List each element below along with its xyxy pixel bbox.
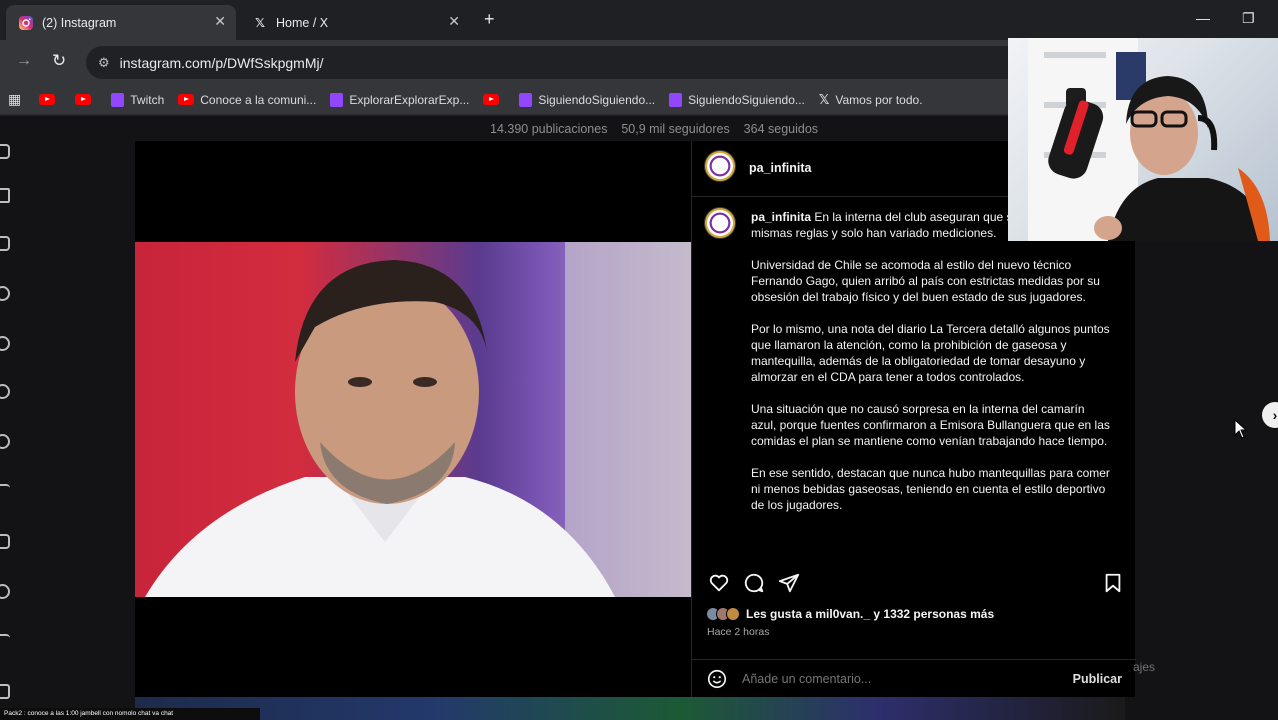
tab-strip: (2) Instagram ✕ 𝕏 Home / X ✕ + — ❐ [0, 0, 1278, 40]
post-photo [135, 242, 691, 597]
tab-instagram[interactable]: (2) Instagram ✕ [6, 5, 236, 40]
twitch-icon [111, 92, 125, 107]
author-avatar[interactable] [704, 150, 736, 182]
tab-label: (2) Instagram [42, 15, 117, 30]
apps-grid-icon[interactable]: ▦ [8, 91, 21, 108]
caption-username[interactable]: pa_infinita [751, 210, 811, 224]
bookmark-siguiendo-1[interactable]: SiguiendoSiguiendo... [519, 92, 656, 107]
explore-icon[interactable] [0, 384, 10, 399]
stream-ticker: Pack2 : conoce a las 1:00 jambell con no… [0, 708, 260, 720]
caption-paragraph: Por lo mismo, una nota del diario La Ter… [751, 322, 1110, 384]
caption-avatar[interactable] [704, 207, 736, 239]
messages-icon[interactable] [0, 286, 10, 301]
menu-icon[interactable] [0, 634, 10, 642]
profile-icon[interactable] [0, 584, 10, 599]
bookmark-label: Conoce a la comuni... [200, 92, 317, 107]
followers-count: 50,9 mil seguidores [621, 122, 730, 136]
post-caption: pa_infinita En la interna del club asegu… [751, 209, 1113, 529]
bookmark-twitch[interactable]: Twitch [111, 92, 165, 107]
webcam-overlay [1008, 38, 1278, 241]
tab-x[interactable]: 𝕏 Home / X ✕ [240, 5, 470, 40]
bookmark-label: Vamos por todo. [835, 92, 923, 107]
notifications-icon[interactable] [0, 434, 10, 449]
emoji-icon[interactable] [706, 668, 728, 690]
instagram-sidebar [0, 116, 20, 706]
liker-avatar [726, 607, 740, 621]
post-media[interactable] [135, 141, 691, 697]
new-tab-button[interactable]: + [484, 9, 495, 30]
publish-button[interactable]: Publicar [1073, 672, 1122, 686]
posts-count: 14.390 publicaciones [490, 122, 608, 136]
following-count: 364 seguidos [743, 122, 819, 136]
forward-icon[interactable]: → [16, 52, 32, 70]
youtube-icon [178, 94, 195, 105]
save-bookmark-icon[interactable] [1102, 572, 1124, 594]
bookmark-conoce[interactable]: Conoce a la comuni... [178, 93, 316, 107]
minimize-icon[interactable]: — [1196, 10, 1210, 26]
coach-portrait-illustration [145, 242, 691, 597]
address-bar[interactable]: ⚙ instagram.com/p/DWfSskpgmMj/ [86, 46, 1046, 79]
bookmark-youtube-2[interactable] [75, 94, 97, 105]
bookmark-label: SiguiendoSiguiendo... [688, 92, 805, 107]
twitch-icon [519, 92, 533, 107]
site-settings-icon[interactable]: ⚙ [98, 55, 110, 71]
bookmark-label: Twitch [130, 92, 165, 107]
instagram-icon [18, 15, 34, 31]
bookmark-explorar[interactable]: ExplorarExplorarExp... [330, 92, 470, 107]
twitch-icon [330, 92, 344, 107]
url-text: instagram.com/p/DWfSskpgmMj/ [119, 54, 324, 71]
close-tab-icon[interactable]: ✕ [214, 13, 226, 30]
bookmark-label: SiguiendoSiguiendo... [538, 92, 656, 107]
close-tab-icon[interactable]: ✕ [448, 13, 460, 30]
comment-icon[interactable] [743, 572, 765, 594]
more-icon[interactable] [0, 684, 10, 699]
bookmark-youtube-3[interactable] [483, 94, 505, 105]
bookmark-vamos[interactable]: 𝕏 Vamos por todo. [819, 92, 923, 108]
post-time[interactable]: Hace 2 horas [707, 626, 769, 638]
likes-text: Les gusta a mil0van._ y 1332 personas má… [746, 607, 995, 621]
caption-paragraph: Una situación que no causó sorpresa en l… [751, 402, 1110, 448]
post-actions [692, 569, 1136, 599]
comment-bar: Publicar [692, 659, 1136, 697]
restore-icon[interactable]: ❐ [1242, 10, 1255, 27]
reels-icon[interactable] [0, 236, 10, 251]
profile-stats: 14.390 publicaciones 50,9 mil seguidores… [490, 122, 818, 136]
bookmark-siguiendo-2[interactable]: SiguiendoSiguiendo... [669, 92, 805, 107]
like-heart-icon[interactable] [708, 572, 730, 594]
x-icon: 𝕏 [254, 16, 266, 30]
likes-summary[interactable]: Les gusta a mil0van._ y 1332 personas má… [706, 607, 994, 621]
caption-paragraph: Universidad de Chile se acomoda al estil… [751, 258, 1100, 304]
create-icon[interactable] [0, 484, 10, 499]
caption-paragraph: En ese sentido, destacan que nunca hubo … [751, 466, 1110, 512]
share-icon[interactable] [778, 572, 800, 594]
author-username[interactable]: pa_infinita [749, 161, 812, 175]
messages-hint: ajes [1133, 660, 1156, 674]
tab-label: Home / X [276, 15, 329, 30]
twitch-icon [669, 92, 683, 107]
instagram-logo-icon[interactable] [0, 144, 10, 159]
comment-input[interactable] [742, 671, 1042, 686]
bookmark-label: ExplorarExplorarExp... [349, 92, 470, 107]
background-stream-strip [135, 697, 1125, 720]
search-icon[interactable] [0, 336, 10, 351]
home-icon[interactable] [0, 188, 10, 203]
youtube-icon [75, 94, 92, 105]
mouse-cursor-icon [1234, 419, 1248, 439]
streamer-webcam-illustration [1028, 38, 1270, 241]
dashboard-icon[interactable] [0, 534, 10, 549]
reload-icon[interactable]: ↻ [52, 51, 66, 71]
bookmark-youtube-1[interactable] [39, 94, 61, 105]
youtube-icon [483, 94, 500, 105]
chevron-right-icon: › [1272, 407, 1278, 423]
youtube-icon [39, 94, 56, 105]
x-icon: 𝕏 [818, 91, 830, 107]
